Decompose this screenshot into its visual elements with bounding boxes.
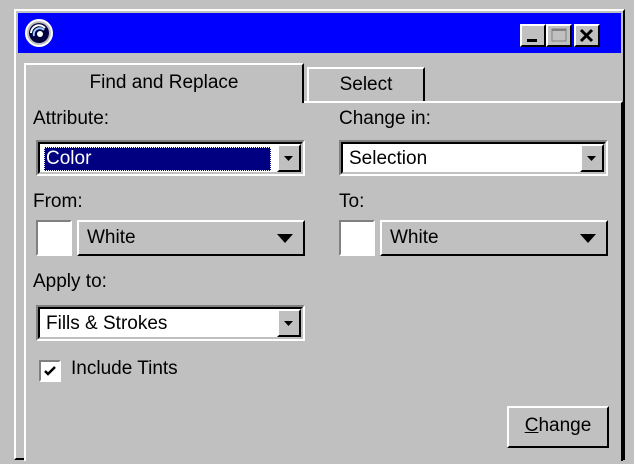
tab-select[interactable]: Select — [307, 67, 425, 101]
tab-find-and-replace[interactable]: Find and Replace — [24, 63, 304, 103]
dialog-window: Find and Replace Select Attribute: Color… — [14, 9, 625, 461]
to-color-dropdown[interactable]: White — [380, 220, 608, 256]
attribute-dropdown-button[interactable] — [277, 144, 301, 172]
apply-to-dropdown-button[interactable] — [277, 309, 301, 337]
attribute-selected-value: Color — [44, 147, 271, 171]
maximize-icon — [551, 28, 567, 42]
attribute-select[interactable]: Color — [36, 140, 305, 176]
from-color-value: White — [87, 227, 136, 248]
from-label: From: — [33, 191, 83, 212]
attribute-label: Attribute: — [33, 108, 110, 129]
triangle-down-icon — [580, 234, 596, 243]
from-color-dropdown[interactable]: White — [77, 220, 305, 256]
include-tints-label[interactable]: Include Tints — [71, 358, 178, 380]
to-color-value: White — [390, 227, 439, 248]
close-button[interactable] — [574, 24, 600, 47]
from-color-swatch — [36, 220, 72, 256]
change-in-label: Change in: — [339, 108, 431, 129]
chevron-down-icon — [284, 321, 293, 326]
title-bar[interactable] — [18, 13, 621, 53]
to-label: To: — [339, 191, 365, 212]
to-color-swatch — [339, 220, 375, 256]
change-button[interactable]: Change — [507, 406, 609, 448]
close-icon — [579, 28, 594, 43]
chevron-down-icon — [587, 156, 596, 161]
change-button-label: Change — [524, 415, 592, 436]
checkmark-icon — [44, 366, 56, 376]
triangle-down-icon — [277, 234, 293, 243]
apply-to-label: Apply to: — [33, 271, 107, 292]
maximize-button[interactable] — [546, 24, 572, 47]
change-in-dropdown-button[interactable] — [580, 144, 604, 172]
include-tints-checkbox[interactable] — [39, 360, 61, 382]
chevron-down-icon — [284, 156, 293, 161]
tab-label: Select — [339, 74, 393, 95]
app-logo-icon — [25, 19, 53, 47]
change-in-select[interactable]: Selection — [339, 140, 608, 176]
apply-to-selected-value: Fills & Strokes — [46, 313, 168, 334]
change-in-selected-value: Selection — [349, 148, 428, 169]
minimize-button[interactable] — [520, 24, 546, 47]
apply-to-select[interactable]: Fills & Strokes — [36, 305, 305, 341]
minimize-icon — [527, 39, 537, 42]
tab-panel: Attribute: Color Change in: Selection Fr… — [24, 101, 623, 461]
tab-label: Find and Replace — [89, 72, 239, 93]
